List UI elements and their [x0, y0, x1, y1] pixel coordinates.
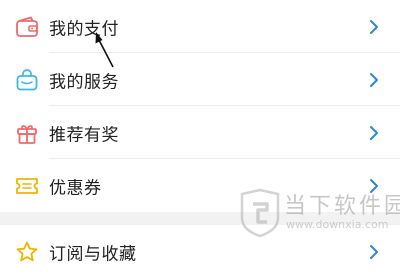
wallet-icon	[14, 14, 40, 40]
chevron-right-icon	[370, 178, 378, 193]
chevron-right-icon	[370, 72, 378, 87]
menu-item-coupons[interactable]: 优惠券	[0, 159, 400, 212]
star-icon	[14, 239, 40, 265]
menu-item-subscriptions-favorites[interactable]: 订阅与收藏	[0, 225, 400, 278]
coupon-icon	[14, 173, 40, 199]
menu-item-label: 订阅与收藏	[49, 244, 137, 264]
menu-item-label: 我的支付	[49, 19, 119, 39]
menu-item-label: 优惠券	[49, 178, 102, 198]
menu-item-my-payment[interactable]: 我的支付	[0, 0, 400, 53]
section-gap	[0, 212, 400, 225]
menu-item-label: 推荐有奖	[49, 125, 119, 145]
gift-icon	[14, 120, 40, 146]
chevron-right-icon	[370, 125, 378, 140]
menu-item-my-services[interactable]: 我的服务	[0, 53, 400, 106]
menu-item-label: 我的服务	[49, 72, 119, 92]
shopping-bag-icon	[14, 67, 40, 93]
menu-item-referral-reward[interactable]: 推荐有奖	[0, 106, 400, 159]
chevron-right-icon	[370, 19, 378, 34]
chevron-right-icon	[370, 244, 378, 259]
menu-list: 我的支付 我的服务 推荐有奖 优惠券	[0, 0, 400, 212]
